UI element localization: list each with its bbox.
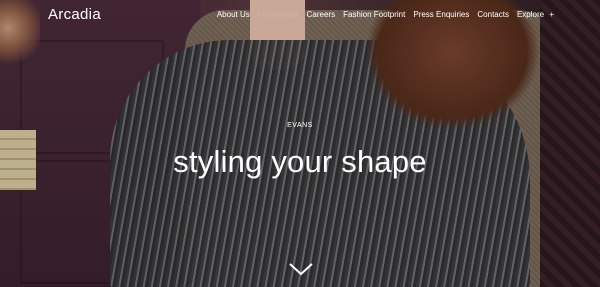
nav-fashion-footprint[interactable]: Fashion Footprint — [343, 10, 405, 19]
nav-press-enquiries[interactable]: Press Enquiries — [413, 10, 469, 19]
nav-explore[interactable]: Explore + — [517, 10, 554, 19]
hero-headline: styling your shape — [173, 144, 427, 179]
nav-explore-label: Explore — [516, 10, 545, 19]
main-nav: About Us Our Brands Careers Fashion Foot… — [217, 10, 554, 19]
plus-icon: + — [549, 10, 554, 19]
scroll-down-button[interactable] — [288, 262, 314, 276]
nav-our-brands[interactable]: Our Brands — [258, 10, 299, 19]
nav-contacts[interactable]: Contacts — [477, 10, 509, 19]
hero-banner: Arcadia About Us Our Brands Careers Fash… — [0, 0, 600, 287]
site-header: Arcadia About Us Our Brands Careers Fash… — [0, 0, 600, 30]
nav-careers[interactable]: Careers — [307, 10, 335, 19]
arcadia-logo[interactable]: Arcadia — [48, 6, 101, 23]
chevron-down-icon — [289, 263, 313, 276]
nav-about-us[interactable]: About Us — [217, 10, 250, 19]
brand-label: EVANS — [287, 122, 313, 129]
